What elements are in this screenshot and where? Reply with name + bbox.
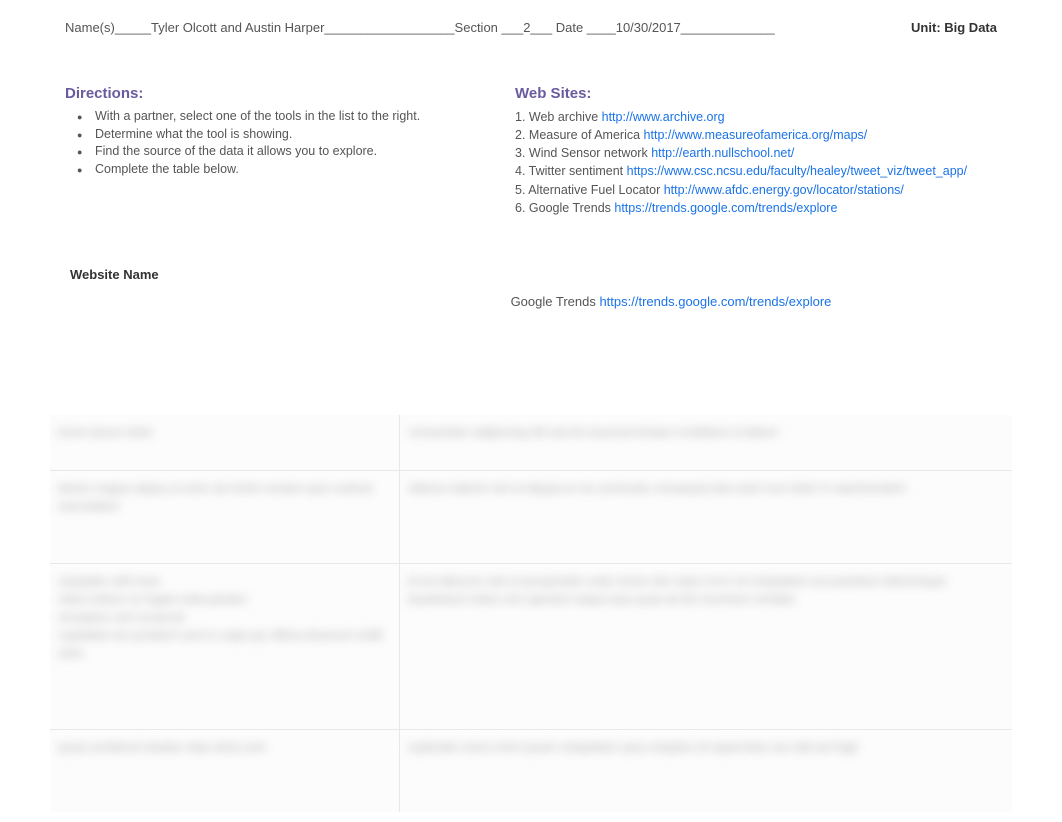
website-link[interactable]: https://trends.google.com/trends/explore (614, 201, 837, 215)
directions-item: Find the source of the data it allows yo… (95, 143, 485, 161)
blurred-cell: id est laborum sed ut perspiciatis unde … (400, 564, 1012, 729)
directions-item: Determine what the tool is showing. (95, 126, 485, 144)
website-label: Twitter sentiment (529, 164, 627, 178)
website-num: 4. (515, 164, 529, 178)
website-num: 6. (515, 201, 529, 215)
websites-list: 1. Web archive http://www.archive.org 2.… (515, 108, 997, 217)
directions-item: With a partner, select one of the tools … (95, 108, 485, 126)
website-num: 3. (515, 146, 529, 160)
table-row: quasi architecto beatae vitae dicta sunt… (50, 729, 1012, 812)
content-columns: Directions: With a partner, select one o… (0, 35, 1062, 237)
website-item: 2. Measure of America http://www.measure… (515, 126, 997, 144)
table-row: lorem ipsum dolor consectetur adipiscing… (50, 415, 1012, 470)
document-header: Name(s)_____Tyler Olcott and Austin Harp… (0, 0, 1062, 35)
directions-heading: Directions: (65, 85, 485, 102)
blurred-cell: explicabo nemo enim ipsam voluptatem qui… (400, 730, 1012, 812)
website-link[interactable]: http://earth.nullschool.net/ (651, 146, 794, 160)
table-row: dolore magna aliqua ut enim ad minim ven… (50, 470, 1012, 563)
websites-heading: Web Sites: (515, 85, 997, 102)
blurred-cell: consectetur adipiscing elit sed do eiusm… (400, 415, 1012, 470)
website-item: 3. Wind Sensor network http://earth.null… (515, 144, 997, 162)
table-row: voluptate velit essecillum dolore eu fug… (50, 563, 1012, 729)
directions-list: With a partner, select one of the tools … (65, 108, 485, 178)
directions-item: Complete the table below. (95, 161, 485, 179)
website-label: Google Trends (529, 201, 614, 215)
website-label: Alternative Fuel Locator (528, 183, 664, 197)
table-entry-link[interactable]: https://trends.google.com/trends/explore (599, 294, 831, 309)
blurred-cell: dolore magna aliqua ut enim ad minim ven… (50, 471, 400, 563)
table-section: Website Name Google Trends https://trend… (0, 237, 1062, 309)
table-entry: Google Trends https://trends.google.com/… (345, 294, 997, 309)
website-item: 4. Twitter sentiment https://www.csc.ncs… (515, 162, 997, 180)
website-item: 6. Google Trends https://trends.google.c… (515, 199, 997, 217)
directions-column: Directions: With a partner, select one o… (65, 85, 485, 217)
blurred-cell: voluptate velit essecillum dolore eu fug… (50, 564, 400, 729)
unit-label: Unit: Big Data (911, 20, 997, 35)
blurred-cell: quasi architecto beatae vitae dicta sunt (50, 730, 400, 812)
website-link[interactable]: http://www.afdc.energy.gov/locator/stati… (664, 183, 904, 197)
website-link[interactable]: https://www.csc.ncsu.edu/faculty/healey/… (627, 164, 967, 178)
blurred-cell: ullamco laboris nisi ut aliquip ex ea co… (400, 471, 1012, 563)
website-link[interactable]: http://www.measureofamerica.org/maps/ (644, 128, 868, 142)
website-item: 1. Web archive http://www.archive.org (515, 108, 997, 126)
names-section-date: Name(s)_____Tyler Olcott and Austin Harp… (65, 20, 911, 35)
website-num: 1. (515, 110, 529, 124)
website-link[interactable]: http://www.archive.org (602, 110, 725, 124)
website-num: 5. (515, 183, 528, 197)
website-label: Web archive (529, 110, 602, 124)
blurred-table: lorem ipsum dolor consectetur adipiscing… (50, 415, 1012, 812)
blurred-cell: lorem ipsum dolor (50, 415, 400, 470)
website-item: 5. Alternative Fuel Locator http://www.a… (515, 181, 997, 199)
table-column-header: Website Name (65, 267, 997, 282)
website-label: Wind Sensor network (529, 146, 651, 160)
website-label: Measure of America (529, 128, 644, 142)
table-entry-label: Google Trends (511, 294, 600, 309)
websites-column: Web Sites: 1. Web archive http://www.arc… (515, 85, 997, 217)
website-num: 2. (515, 128, 529, 142)
